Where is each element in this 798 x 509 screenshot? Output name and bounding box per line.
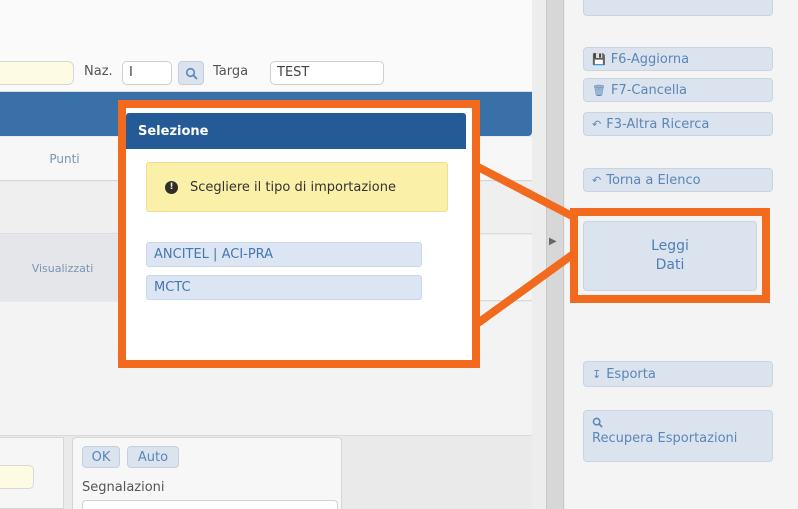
back-arrow-icon: ↶ (592, 117, 602, 131)
segnalazioni-label: Segnalazioni (82, 480, 165, 495)
floppy-icon: 💾 (592, 52, 606, 66)
exclamation-circle-icon: ! (165, 180, 178, 194)
torna-elenco-button[interactable]: ↶ Torna a Elenco (583, 168, 773, 192)
option-mctc[interactable]: MCTC (146, 275, 422, 300)
ok-button[interactable]: OK (82, 446, 120, 468)
bottom-left-field[interactable] (0, 465, 34, 489)
search-icon (592, 417, 603, 428)
cancella-label: F7-Cancella (610, 82, 688, 98)
naz-search-button[interactable] (178, 61, 204, 85)
tab-visualizzati[interactable]: Visualizzati (0, 235, 126, 301)
targa-label: Targa (213, 64, 249, 79)
form-header-area (0, 0, 532, 92)
top-action-button[interactable] (583, 0, 773, 16)
aggiorna-button[interactable]: 💾 F6-Aggiorna (583, 47, 773, 71)
dialog-title: Selezione (126, 113, 466, 149)
alert-message: Scegliere il tipo di importazione (190, 179, 396, 195)
tab-punti[interactable]: Punti (0, 137, 130, 181)
esporta-button[interactable]: ↧ Esporta (583, 361, 773, 387)
targa-field[interactable]: TEST (270, 61, 384, 85)
search-icon (185, 67, 198, 80)
aggiorna-label: F6-Aggiorna (610, 51, 690, 67)
segnalazioni-field[interactable] (82, 500, 338, 509)
naz-label: Naz. (84, 64, 113, 79)
recupera-esportazioni-button[interactable]: Recupera Esportazioni (583, 410, 773, 462)
altra-ricerca-button[interactable]: ↶ F3-Altra Ricerca (583, 112, 773, 136)
leggi-dati-highlight (570, 208, 770, 303)
trash-icon: 🗑 (592, 83, 606, 97)
torna-elenco-label: Torna a Elenco (606, 172, 701, 188)
export-icon: ↧ (592, 367, 602, 381)
expand-arrow-icon[interactable]: ▶ (549, 236, 557, 247)
panel-splitter[interactable] (546, 0, 564, 509)
back-arrow-icon: ↶ (592, 173, 602, 187)
esporta-label: Esporta (606, 366, 656, 382)
info-alert: ! Scegliere il tipo di importazione (146, 162, 448, 212)
option-ancitel-aci-pra[interactable]: ANCITEL | ACI-PRA (146, 242, 422, 267)
auto-button[interactable]: Auto (127, 446, 179, 468)
altra-ricerca-label: F3-Altra Ricerca (606, 116, 710, 132)
required-field[interactable] (0, 61, 74, 85)
cancella-button[interactable]: 🗑 F7-Cancella (583, 78, 773, 102)
recupera-label: Recupera Esportazioni (592, 431, 738, 446)
naz-field[interactable]: I (122, 61, 172, 85)
